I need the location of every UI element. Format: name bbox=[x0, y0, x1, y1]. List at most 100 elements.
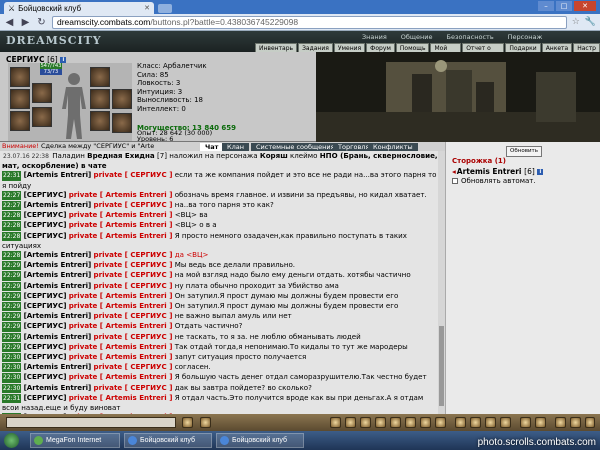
tab-clan[interactable]: Клан bbox=[222, 143, 250, 151]
ring-slot[interactable] bbox=[32, 107, 52, 127]
sender-name[interactable]: [СЕРГИУС] bbox=[24, 342, 67, 351]
sender-name[interactable]: [СЕРГИУС] bbox=[24, 372, 67, 381]
shield-slot[interactable] bbox=[112, 89, 132, 109]
amulet-slot[interactable] bbox=[32, 83, 52, 103]
private-recipient[interactable]: private [ Artemis Entreri ] bbox=[69, 231, 173, 240]
sender-name[interactable]: [СЕРГИУС] bbox=[24, 220, 67, 229]
sender-name[interactable]: [СЕРГИУС] bbox=[24, 393, 67, 402]
private-recipient[interactable]: private [ СЕРГИУС ] bbox=[94, 270, 173, 279]
toolbar-icon-15[interactable] bbox=[555, 417, 566, 428]
private-recipient[interactable]: private [ Artemis Entreri ] bbox=[69, 372, 173, 381]
private-recipient[interactable]: private [ Artemis Entreri ] bbox=[69, 342, 173, 351]
sender-name[interactable]: [Artemis Entreri] bbox=[24, 250, 92, 259]
private-recipient[interactable]: private [ Artemis Entreri ] bbox=[69, 321, 173, 330]
sender-name[interactable]: [СЕРГИУС] bbox=[24, 291, 67, 300]
private-recipient[interactable]: private [ СЕРГИУС ] bbox=[94, 311, 173, 320]
sender-name[interactable]: [СЕРГИУС] bbox=[24, 190, 67, 199]
bookmark-star-icon[interactable]: ☆ bbox=[572, 17, 580, 27]
minimize-icon[interactable]: – bbox=[538, 1, 554, 11]
taskbar-item[interactable]: Бойцовский клуб bbox=[216, 433, 304, 448]
toolbar-icon-5[interactable] bbox=[390, 417, 401, 428]
sender-name[interactable]: [Artemis Entreri] bbox=[24, 362, 92, 371]
private-recipient[interactable]: private [ СЕРГИУС ] bbox=[94, 383, 173, 392]
maximize-icon[interactable]: □ bbox=[556, 1, 572, 11]
sender-name[interactable]: [Artemis Entreri] bbox=[24, 270, 92, 279]
sender-name[interactable]: [Artemis Entreri] bbox=[24, 332, 92, 341]
sender-name[interactable]: [СЕРГИУС] bbox=[24, 321, 67, 330]
toolbar-icon-9[interactable] bbox=[455, 417, 466, 428]
sender-name[interactable]: [Artemis Entreri] bbox=[24, 281, 92, 290]
exit-icon[interactable] bbox=[585, 417, 595, 428]
private-recipient[interactable]: private [ СЕРГИУС ] bbox=[94, 170, 173, 179]
helmet-slot[interactable] bbox=[10, 67, 30, 87]
smile-icon[interactable] bbox=[182, 417, 193, 428]
toolbar-icon-3[interactable] bbox=[360, 417, 371, 428]
toolbar-icon-14[interactable] bbox=[535, 417, 546, 428]
refresh-button[interactable]: Обновить bbox=[506, 146, 542, 157]
private-recipient[interactable]: private [ Artemis Entreri ] bbox=[69, 291, 173, 300]
armor-slot[interactable] bbox=[10, 111, 30, 131]
back-arrow-icon[interactable]: ◀ bbox=[4, 17, 15, 28]
sender-name[interactable]: [Artemis Entreri] bbox=[24, 200, 92, 209]
toolbar-icon-6[interactable] bbox=[405, 417, 416, 428]
private-recipient[interactable]: private [ Artemis Entreri ] bbox=[69, 190, 173, 199]
sender-name[interactable]: [СЕРГИУС] bbox=[24, 210, 67, 219]
sender-name[interactable]: [Artemis Entreri] bbox=[24, 260, 92, 269]
toolbar-icon-13[interactable] bbox=[520, 417, 531, 428]
sender-name[interactable]: [СЕРГИУС] bbox=[24, 231, 67, 240]
chat-input[interactable] bbox=[6, 417, 176, 428]
top-menu-item[interactable]: Общение bbox=[401, 33, 433, 41]
toolbar-icon-11[interactable] bbox=[485, 417, 496, 428]
sender-name[interactable]: [СЕРГИУС] bbox=[24, 301, 67, 310]
top-menu-item[interactable]: Знания bbox=[362, 33, 387, 41]
top-menu-item[interactable]: Безопасность bbox=[447, 33, 494, 41]
toolbar-icon-1[interactable] bbox=[330, 417, 341, 428]
private-recipient[interactable]: private [ СЕРГИУС ] bbox=[94, 332, 173, 341]
belt-slot[interactable] bbox=[112, 113, 132, 133]
auto-refresh-option[interactable]: Обновлять автомат. bbox=[452, 177, 536, 185]
private-recipient[interactable]: private [ СЕРГИУС ] bbox=[94, 260, 173, 269]
wrench-icon[interactable]: 🔧 bbox=[585, 17, 596, 27]
private-recipient[interactable]: private [ СЕРГИУС ] bbox=[94, 281, 173, 290]
forward-arrow-icon[interactable]: ▶ bbox=[20, 17, 31, 28]
sender-name[interactable]: [Artemis Entreri] bbox=[24, 311, 92, 320]
watch-user[interactable]: ◂Artemis Entreri [6] i bbox=[452, 167, 544, 176]
toolbar-icon-16[interactable] bbox=[570, 417, 581, 428]
sender-name[interactable]: [СЕРГИУС] bbox=[24, 352, 67, 361]
auto-refresh-checkbox[interactable] bbox=[452, 178, 458, 184]
sender-name[interactable]: [Artemis Entreri] bbox=[24, 383, 92, 392]
tab-chat[interactable]: Чат bbox=[200, 143, 224, 151]
taskbar-item[interactable]: Бойцовский клуб bbox=[124, 433, 212, 448]
toolbar-icon-12[interactable] bbox=[500, 417, 511, 428]
clear-icon[interactable] bbox=[200, 417, 211, 428]
private-recipient[interactable]: private [ Artemis Entreri ] bbox=[69, 220, 173, 229]
weapon-slot[interactable] bbox=[10, 89, 30, 109]
browser-tab[interactable]: ⚔ Бойцовский клуб ✕ bbox=[4, 2, 154, 14]
info-icon[interactable]: i bbox=[537, 169, 544, 175]
sender-name[interactable]: [Artemis Entreri] bbox=[24, 170, 92, 179]
private-recipient[interactable]: private [ СЕРГИУС ] bbox=[94, 200, 173, 209]
close-tab-icon[interactable]: ✕ bbox=[144, 4, 150, 12]
toolbar-icon-4[interactable] bbox=[375, 417, 386, 428]
close-window-icon[interactable]: ✕ bbox=[574, 1, 596, 11]
scrollbar-thumb[interactable] bbox=[439, 326, 444, 406]
private-recipient[interactable]: private [ Artemis Entreri ] bbox=[69, 301, 173, 310]
taskbar-item[interactable]: MegaFon Internet bbox=[30, 433, 120, 448]
toolbar-icon-8[interactable] bbox=[435, 417, 446, 428]
bow-slot[interactable] bbox=[90, 67, 110, 87]
private-recipient[interactable]: private [ Artemis Entreri ] bbox=[69, 210, 173, 219]
top-menu-item[interactable]: Персонаж bbox=[508, 33, 543, 41]
tab-conflicts[interactable]: Конфликты bbox=[368, 143, 418, 151]
private-recipient[interactable]: private [ Artemis Entreri ] bbox=[69, 352, 173, 361]
tab-system[interactable]: Системные сообщения bbox=[251, 143, 340, 151]
toolbar-icon-2[interactable] bbox=[345, 417, 356, 428]
private-recipient[interactable]: private [ СЕРГИУС ] bbox=[94, 250, 173, 259]
boots-slot[interactable] bbox=[90, 111, 110, 131]
location-scene-image[interactable] bbox=[316, 52, 600, 142]
url-field[interactable]: dreamscity.combats.com/buttons.pl?battle… bbox=[52, 15, 567, 29]
reload-icon[interactable]: ↻ bbox=[36, 17, 47, 28]
toolbar-icon-7[interactable] bbox=[420, 417, 431, 428]
chat-log[interactable]: 23.07.16 22:38 Паладин Вредная Ехидна [7… bbox=[0, 151, 438, 414]
new-tab-button[interactable] bbox=[158, 4, 172, 13]
start-button[interactable] bbox=[4, 433, 19, 448]
